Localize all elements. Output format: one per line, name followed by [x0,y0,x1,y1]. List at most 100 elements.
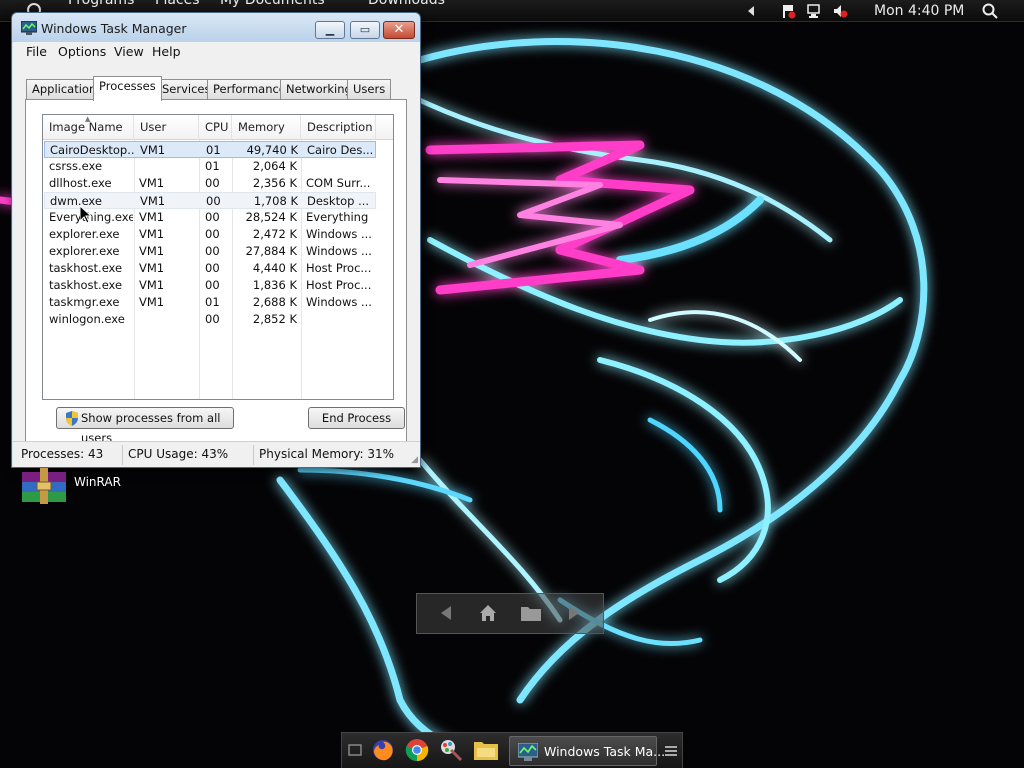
column-memory[interactable]: Memory (... [232,115,301,159]
title-bar[interactable]: Windows Task Manager ▁ ▭ ✕ [12,13,420,43]
mouse-cursor-icon [79,204,93,227]
back-arrow-icon[interactable] [437,604,455,625]
speaker-muted-icon[interactable] [832,3,848,19]
show-all-processes-button[interactable]: Show processes from all users [56,407,234,445]
column-description[interactable]: Description [301,115,376,140]
process-row[interactable]: taskmgr.exe VM1 01 2,688 K Windows ... [44,294,376,311]
process-cell-name: csrss.exe [49,159,103,173]
task-manager-icon [517,742,539,764]
process-cell-mem: 2,852 K [252,312,297,326]
process-cell-desc: Windows ... [306,244,372,258]
desktop-icon-label: WinRAR [74,475,121,489]
hamburger-icon[interactable] [664,744,678,761]
process-cell-user: VM1 [139,261,165,275]
menu-programs[interactable]: Programs [68,0,134,8]
resize-grip-icon[interactable]: ◢ [411,455,418,465]
menu-bar: File Options View Help [13,42,420,62]
process-row[interactable]: CairoDesktop.... VM1 01 49,740 K Cairo Des..… [44,141,376,158]
process-cell-mem: 1,836 K [252,278,297,292]
process-cell-user: VM1 [140,143,166,157]
process-cell-user: VM1 [139,210,165,224]
process-cell-mem: 4,440 K [252,261,297,275]
volume-arrow-icon[interactable] [744,3,760,19]
process-list[interactable]: ▲ Image Name User Name CPU Memory (... D… [42,114,394,400]
process-cell-user: VM1 [139,278,165,292]
column-image-name[interactable]: ▲ Image Name [43,115,134,140]
process-cell-desc: Windows ... [306,295,372,309]
forward-arrow-icon[interactable] [565,604,583,625]
task-manager-window: Windows Task Manager ▁ ▭ ✕ File Options … [11,12,421,468]
firefox-icon[interactable] [371,738,395,765]
process-row[interactable]: explorer.exe VM1 00 2,472 K Windows ... [44,226,376,243]
process-cell-user: VM1 [139,295,165,309]
end-process-button[interactable]: End Process [308,407,405,429]
column-cpu[interactable]: CPU [199,115,232,140]
file-manager-icon[interactable] [473,739,499,764]
close-button[interactable]: ✕ [383,21,415,39]
clock[interactable]: Mon 4:40 PM [874,3,964,19]
process-row[interactable]: dwm.exe VM1 00 1,708 K Desktop ... [44,192,376,209]
process-row[interactable]: taskhost.exe VM1 00 1,836 K Host Proc... [44,277,376,294]
menu-downloads[interactable]: Downloads [368,0,445,8]
tab-processes[interactable]: Processes [93,76,162,101]
show-desktop-icon[interactable] [348,743,362,760]
process-list-header: ▲ Image Name User Name CPU Memory (... D… [43,115,393,159]
maximize-icon: ▭ [359,23,371,36]
chrome-icon[interactable] [405,738,429,765]
sort-ascending-icon: ▲ [85,115,91,123]
menu-places[interactable]: Places [155,0,200,8]
process-cell-cpu: 00 [205,176,220,190]
process-row[interactable]: Everything.exe VM1 00 28,524 K Everything [44,209,376,226]
flag-alert-icon[interactable] [780,3,796,19]
paint-icon[interactable] [439,738,463,765]
minimize-button[interactable]: ▁ [315,21,345,39]
search-icon[interactable] [982,3,998,19]
process-cell-name: dllhost.exe [49,176,112,190]
process-row[interactable]: csrss.exe 01 2,064 K [44,158,376,175]
end-process-label: End Process [321,411,392,425]
process-cell-mem: 28,524 K [245,210,297,224]
process-cell-desc: Host Proc... [306,261,372,275]
task-manager-icon [20,20,38,35]
process-cell-mem: 49,740 K [246,143,298,157]
winrar-icon [20,468,68,507]
process-row[interactable]: taskhost.exe VM1 00 4,440 K Host Proc... [44,260,376,277]
taskbar: Windows Task Ma... [341,732,683,768]
status-physical-memory: Physical Memory: 31% [259,447,395,461]
process-cell-user: VM1 [140,194,166,208]
menu-view[interactable]: View [114,44,144,59]
process-cell-cpu: 01 [206,143,221,157]
process-cell-cpu: 00 [205,278,220,292]
process-cell-desc: Cairo Des... [307,143,374,157]
tab-users[interactable]: Users [347,79,392,100]
folder-icon[interactable] [520,604,542,625]
status-divider [122,445,123,465]
status-processes: Processes: 43 [21,447,104,461]
status-bar: Processes: 43 CPU Usage: 43% Physical Me… [13,441,420,467]
home-icon[interactable] [478,603,498,626]
menu-file[interactable]: File [26,44,47,59]
taskbar-task-label: Windows Task Ma... [544,744,666,759]
process-row[interactable]: explorer.exe VM1 00 27,884 K Windows ... [44,243,376,260]
maximize-button[interactable]: ▭ [350,21,380,39]
navigation-bar [416,593,604,634]
process-cell-mem: 2,688 K [252,295,297,309]
column-user-name[interactable]: User Name [134,115,199,159]
process-cell-cpu: 00 [205,227,220,241]
menu-options[interactable]: Options [58,44,106,59]
status-cpu-usage: CPU Usage: 43% [128,447,229,461]
process-cell-name: winlogon.exe [49,312,125,326]
desktop-icon-winrar[interactable]: WinRAR [20,466,130,506]
process-cell-user: VM1 [139,176,165,190]
taskbar-task-manager[interactable]: Windows Task Ma... [509,736,665,766]
close-icon: ✕ [393,22,405,37]
minimize-icon: ▁ [325,23,335,36]
process-row[interactable]: winlogon.exe 00 2,852 K [44,311,376,328]
process-row[interactable]: dllhost.exe VM1 00 2,356 K COM Surr... [44,175,376,192]
process-cell-name: CairoDesktop.... [50,143,134,157]
network-icon[interactable] [806,3,822,19]
menu-help[interactable]: Help [152,44,181,59]
menu-my-documents[interactable]: My Documents [220,0,325,8]
status-divider [253,445,254,465]
process-cell-name: taskhost.exe [49,278,123,292]
